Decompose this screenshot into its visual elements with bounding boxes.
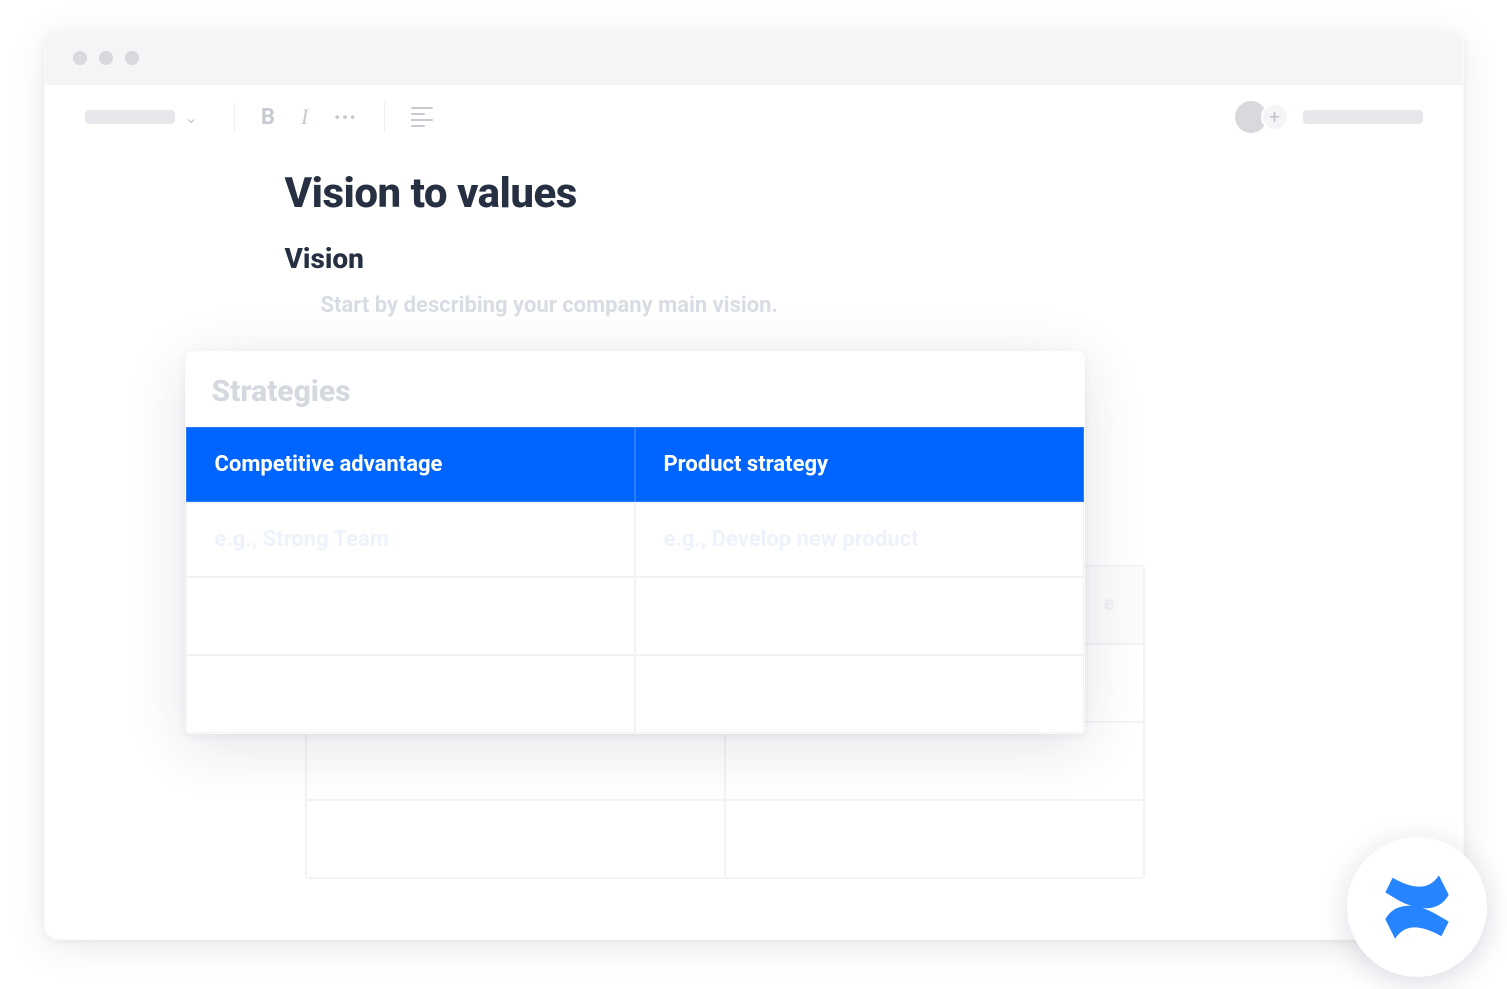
strategies-cell-empty[interactable] xyxy=(635,577,1084,655)
section-heading-vision[interactable]: Vision xyxy=(285,242,1393,275)
page-title[interactable]: Vision to values xyxy=(285,169,1393,218)
style-dropdown-placeholder[interactable] xyxy=(85,110,175,124)
traffic-light-dot xyxy=(99,51,113,65)
bg-table-header-text-fragment: e xyxy=(1104,591,1115,615)
editor-toolbar: ⌄ B I ••• + xyxy=(45,85,1463,149)
more-formatting-button[interactable]: ••• xyxy=(326,108,365,127)
bg-table-cell[interactable] xyxy=(725,800,1144,878)
window-title-bar xyxy=(45,31,1463,85)
browser-window: ⌄ B I ••• + Vision to values Vision Star… xyxy=(44,30,1464,940)
strategies-card-title: Strategies xyxy=(186,352,1084,427)
traffic-light-dot xyxy=(125,51,139,65)
strategies-table[interactable]: Competitive advantage Product strategy e… xyxy=(186,427,1084,733)
strategies-cell-placeholder[interactable]: e.g., Strong Team xyxy=(186,502,635,577)
traffic-light-dot xyxy=(73,51,87,65)
strategies-card: Strategies Competitive advantage Product… xyxy=(185,351,1085,734)
confluence-icon xyxy=(1378,868,1456,946)
strategies-header-product[interactable]: Product strategy xyxy=(635,427,1084,502)
italic-button[interactable]: I xyxy=(293,104,316,130)
bg-table-cell[interactable] xyxy=(306,800,725,878)
strategies-cell-empty[interactable] xyxy=(186,577,635,655)
strategies-header-competitive[interactable]: Competitive advantage xyxy=(186,427,635,502)
toolbar-separator xyxy=(384,102,385,132)
strategies-cell-placeholder[interactable]: e.g., Develop new product xyxy=(635,502,1084,577)
strategies-cell-empty[interactable] xyxy=(186,655,635,733)
chevron-down-icon[interactable]: ⌄ xyxy=(185,108,198,127)
confluence-app-badge[interactable] xyxy=(1347,837,1487,977)
strategies-cell-empty[interactable] xyxy=(635,655,1084,733)
align-left-icon[interactable] xyxy=(403,107,441,127)
toolbar-separator xyxy=(234,102,235,132)
add-user-button[interactable]: + xyxy=(1261,103,1289,131)
document-body[interactable]: Vision to values Vision Start by describ… xyxy=(45,149,1463,318)
vision-placeholder-text[interactable]: Start by describing your company main vi… xyxy=(321,293,1393,318)
action-button-placeholder[interactable] xyxy=(1303,110,1423,124)
bold-button[interactable]: B xyxy=(253,105,283,130)
